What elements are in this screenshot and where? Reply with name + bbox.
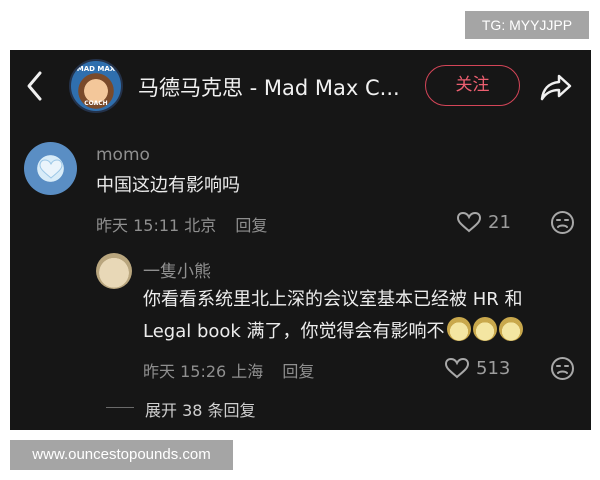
reply-meta: 昨天 15:26 上海 回复 (143, 358, 314, 382)
reply-location: 上海 (231, 362, 264, 381)
emoji-icon (498, 317, 523, 341)
heart-icon (444, 357, 470, 379)
avatar[interactable] (96, 253, 132, 289)
comment-time: 昨天 15:11 (96, 216, 180, 235)
dislike-face-icon[interactable] (550, 356, 575, 381)
emoji-icon (446, 317, 471, 341)
like-button[interactable]: 513 (444, 357, 510, 379)
reply-username[interactable]: 一隻小熊 (143, 257, 211, 282)
heart-avatar-icon (39, 159, 63, 179)
emoji-icon (472, 317, 497, 341)
expand-divider (106, 407, 134, 408)
comment-meta: 昨天 15:11 北京 回复 (96, 212, 267, 236)
avatar-logo-text-bottom: COACH (84, 100, 108, 107)
heart-icon (456, 211, 482, 233)
header-bar: MAD MAX COACH 马德马克思 - Mad Max C... 关注 (10, 50, 591, 122)
reply-button[interactable]: 回复 (282, 362, 314, 381)
like-count: 21 (488, 211, 511, 233)
chevron-left-icon[interactable] (24, 70, 46, 102)
like-count: 513 (476, 357, 511, 379)
reply-time: 昨天 15:26 (143, 362, 227, 381)
reply-button[interactable]: 回复 (235, 216, 267, 235)
app-screen: MAD MAX COACH 马德马克思 - Mad Max C... 关注 mo… (10, 50, 591, 430)
watermark-top: TG: MYYJJPP (465, 11, 589, 39)
comment-location: 北京 (184, 216, 217, 235)
avatar-logo-text-top: MAD MAX (76, 65, 116, 73)
follow-button[interactable]: 关注 (425, 65, 520, 106)
expand-replies-button[interactable]: 展开 38 条回复 (145, 397, 256, 421)
watermark-bottom: www.ouncestopounds.com (10, 440, 233, 470)
reply-text-line2-content: Legal book 满了，你觉得会有影响不 (143, 321, 445, 342)
reply-text-line1: 你看看系统里北上深的会议室基本已经被 HR 和 (143, 289, 523, 310)
header-avatar[interactable]: MAD MAX COACH (69, 59, 123, 113)
avatar[interactable] (24, 142, 77, 195)
dislike-face-icon[interactable] (550, 210, 575, 235)
comment-username[interactable]: momo (96, 145, 150, 165)
reply-text-line2: Legal book 满了，你觉得会有影响不 (143, 316, 523, 348)
page-title: 马德马克思 - Mad Max C... (138, 76, 400, 100)
like-button[interactable]: 21 (456, 211, 511, 233)
share-icon[interactable] (539, 72, 573, 102)
comment-text: 中国这边有影响吗 (96, 175, 240, 196)
